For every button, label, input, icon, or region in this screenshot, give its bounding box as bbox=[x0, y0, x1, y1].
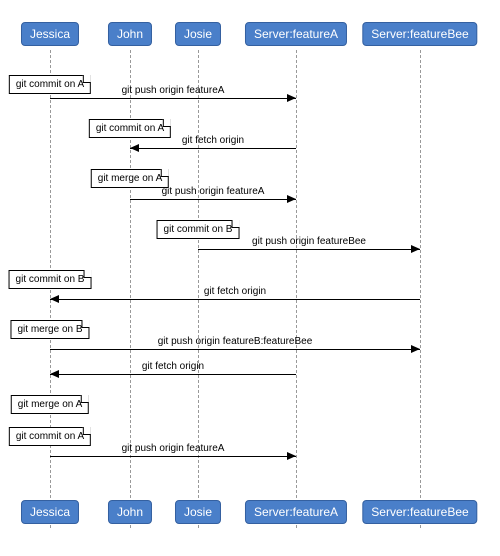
participant-top-featureA: Server:featureA bbox=[245, 22, 347, 46]
message-arrowhead-12 bbox=[50, 370, 59, 378]
message-line-11 bbox=[50, 349, 420, 350]
participant-bottom-featureA: Server:featureA bbox=[245, 500, 347, 524]
message-line-5 bbox=[130, 199, 296, 200]
message-label-5: git push origin featureA bbox=[162, 186, 265, 197]
note-0: git commit on A bbox=[9, 75, 91, 94]
message-label-3: git fetch origin bbox=[182, 135, 244, 146]
note-10: git merge on B bbox=[10, 320, 89, 339]
message-label-11: git push origin featureB:featureBee bbox=[158, 336, 313, 347]
note-14: git commit on A bbox=[9, 427, 91, 446]
message-line-12 bbox=[50, 374, 296, 375]
note-2: git commit on A bbox=[89, 119, 171, 138]
participant-bottom-featureBee: Server:featureBee bbox=[362, 500, 477, 524]
message-label-15: git push origin featureA bbox=[122, 443, 225, 454]
sequence-diagram: Jessica John Josie Server:featureA Server:fe… bbox=[0, 0, 500, 556]
note-4: git merge on A bbox=[91, 169, 169, 188]
message-line-3 bbox=[130, 148, 296, 149]
participant-top-john: John bbox=[108, 22, 152, 46]
participant-top-josie: Josie bbox=[175, 22, 221, 46]
message-line-15 bbox=[50, 456, 296, 457]
lifeline-featureA bbox=[296, 50, 297, 528]
lifeline-featureBee bbox=[420, 50, 421, 528]
message-label-9: git fetch origin bbox=[204, 286, 266, 297]
message-arrowhead-5 bbox=[287, 195, 296, 203]
note-13: git merge on A bbox=[11, 395, 89, 414]
message-arrowhead-15 bbox=[287, 452, 296, 460]
participant-top-jessica: Jessica bbox=[21, 22, 79, 46]
message-line-1 bbox=[50, 98, 296, 99]
note-6: git commit on B bbox=[157, 220, 240, 239]
message-arrowhead-11 bbox=[411, 345, 420, 353]
message-label-12: git fetch origin bbox=[142, 361, 204, 372]
message-arrowhead-3 bbox=[130, 144, 139, 152]
participant-bottom-josie: Josie bbox=[175, 500, 221, 524]
message-line-7 bbox=[198, 249, 420, 250]
message-arrowhead-7 bbox=[411, 245, 420, 253]
participant-bottom-jessica: Jessica bbox=[21, 500, 79, 524]
participant-top-featureBee: Server:featureBee bbox=[362, 22, 477, 46]
message-label-1: git push origin featureA bbox=[122, 85, 225, 96]
message-arrowhead-9 bbox=[50, 295, 59, 303]
note-8: git commit on B bbox=[9, 270, 92, 289]
message-label-7: git push origin featureBee bbox=[252, 236, 366, 247]
message-line-9 bbox=[50, 299, 420, 300]
message-arrowhead-1 bbox=[287, 94, 296, 102]
participant-bottom-john: John bbox=[108, 500, 152, 524]
